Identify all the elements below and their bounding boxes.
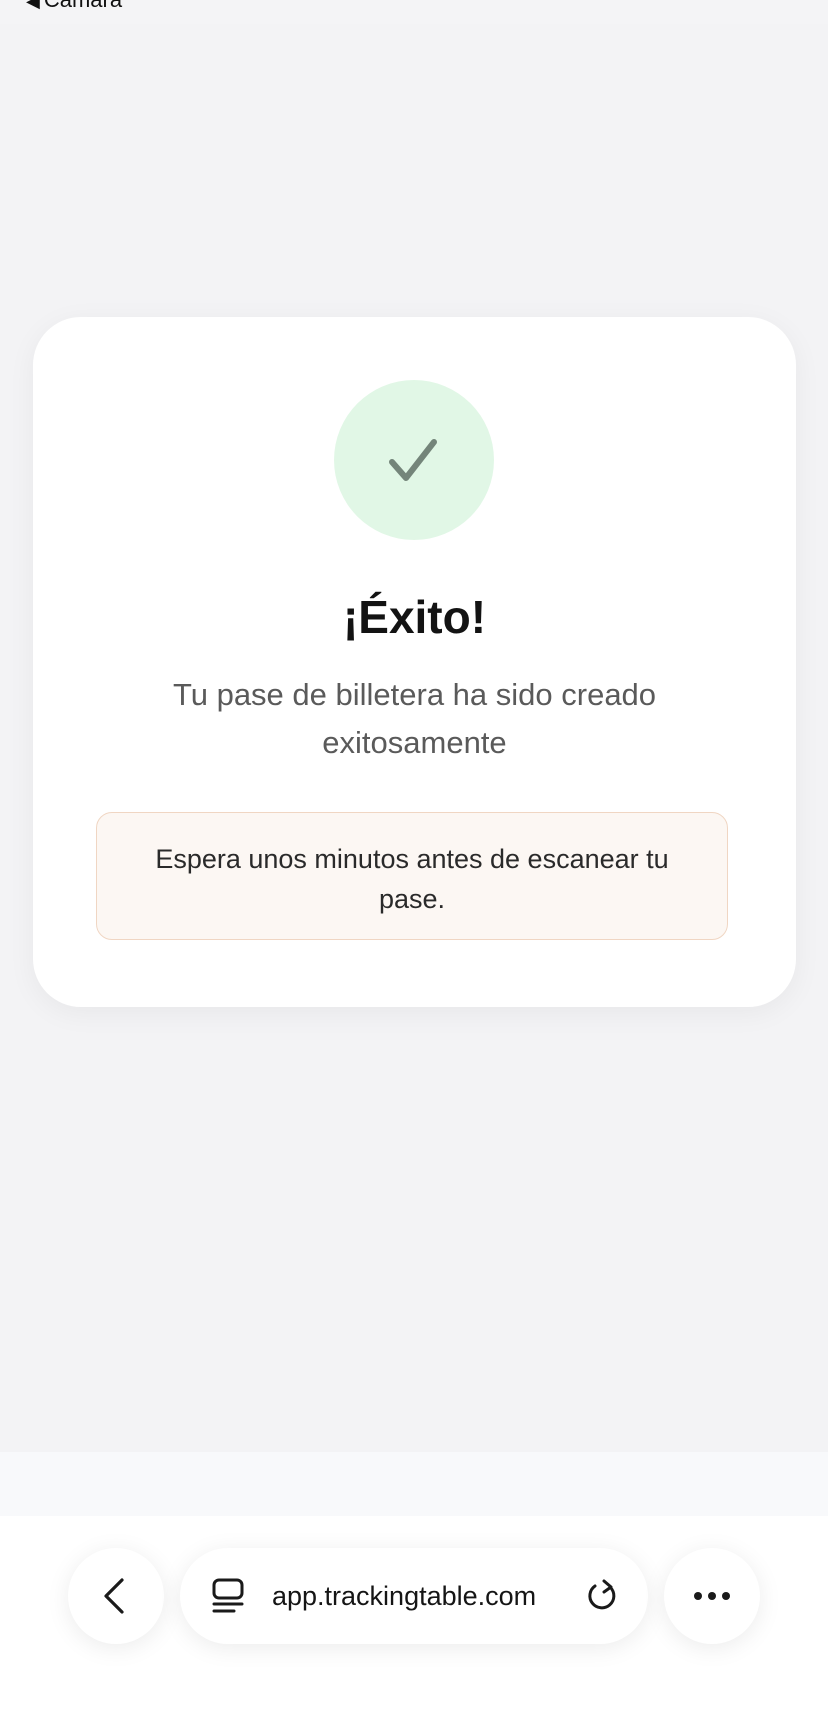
chevron-left-icon	[104, 1578, 124, 1614]
page-bottom-band	[0, 1452, 828, 1516]
back-to-app-label: Cámara	[44, 0, 122, 12]
reload-icon[interactable]	[584, 1578, 620, 1614]
more-options-button[interactable]	[664, 1548, 760, 1644]
success-badge	[334, 380, 494, 540]
browser-back-button[interactable]	[68, 1548, 164, 1644]
browser-toolbar: app.trackingtable.com	[0, 1516, 828, 1712]
url-text: app.trackingtable.com	[272, 1581, 537, 1611]
tabs-icon	[212, 1578, 244, 1613]
checkmark-icon	[389, 439, 437, 481]
success-card: ¡Éxito! Tu pase de billetera ha sido cre…	[33, 317, 796, 1007]
success-subtitle: Tu pase de billetera ha sido creado exit…	[172, 677, 657, 760]
more-icon	[694, 1592, 730, 1600]
success-title: ¡Éxito!	[342, 591, 487, 643]
status-bar: ◀ Cámara	[0, 0, 828, 24]
back-to-app-link[interactable]: ◀ Cámara	[26, 0, 122, 13]
address-bar[interactable]: app.trackingtable.com	[180, 1548, 648, 1644]
wait-notice: Espera unos minutos antes de escanear tu…	[96, 812, 728, 940]
back-caret-icon: ◀	[26, 0, 40, 11]
